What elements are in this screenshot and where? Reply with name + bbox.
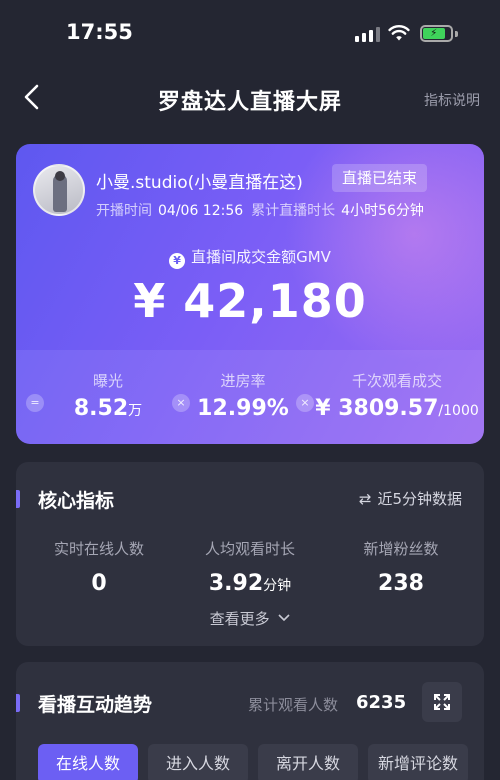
yen-coin-icon: ¥ xyxy=(169,253,186,269)
entry-rate-metric: 进房率 12.99% xyxy=(190,350,296,444)
tab-entering-users[interactable]: 进入人数 xyxy=(148,744,248,780)
tab-new-comments[interactable]: 新增评论数 xyxy=(368,744,468,780)
live-meta: 开播时间 04/06 12:56 累计直播时长 4小时56分钟 xyxy=(96,200,432,220)
gpm-metric: 千次观看成交 ¥ 3809.57/1000 xyxy=(314,350,480,444)
section-accent-bar xyxy=(16,490,20,508)
total-viewers-label: 累计观看人数 xyxy=(248,696,339,714)
swap-icon: ⇄ xyxy=(358,490,372,508)
new-fans-metric: 新增粉丝数 238 xyxy=(323,538,479,596)
expand-icon xyxy=(434,694,450,710)
duration-label: 累计直播时长 xyxy=(251,203,336,219)
trend-title: 看播互动趋势 xyxy=(38,694,153,716)
trend-tabs: 在线人数 进入人数 离开人数 新增评论数 xyxy=(38,744,468,780)
gmv-value: ¥ 42,180 xyxy=(133,274,367,328)
section-accent-bar xyxy=(16,694,20,712)
start-time-value: 04/06 12:56 xyxy=(158,203,244,219)
core-metrics-title: 核心指标 xyxy=(38,490,115,512)
tab-leaving-users[interactable]: 离开人数 xyxy=(258,744,358,780)
battery-tip xyxy=(455,31,458,37)
online-users-metric: 实时在线人数 0 xyxy=(21,538,177,596)
duration-value: 4小时56分钟 xyxy=(341,203,424,219)
online-users-label: 实时在线人数 xyxy=(53,540,144,558)
exposure-value: 8.52万 xyxy=(73,396,143,421)
battery-icon: ⚡ xyxy=(420,25,453,42)
avatar[interactable] xyxy=(33,164,85,216)
tab-online-users[interactable]: 在线人数 xyxy=(38,744,138,780)
status-time: 17:55 xyxy=(66,20,133,44)
live-status-badge: 直播已结束 xyxy=(332,164,428,192)
equals-icon: = xyxy=(26,394,44,412)
multiply-icon: × xyxy=(296,394,314,412)
total-viewers-value: 6235 xyxy=(356,692,407,713)
core-metrics-card: 核心指标 ⇄ 近5分钟数据 实时在线人数 0 人均观看时长 3.92分钟 新增粉丝… xyxy=(16,462,484,646)
metrics-help-link[interactable]: 指标说明 xyxy=(424,90,480,110)
gmv-breakdown: = 曝光 8.52万 × 进房率 12.99% × 千次观看成交 ¥ 3809.… xyxy=(16,350,484,444)
gmv-card: 小曼.studio(小曼直播在这) 直播已结束 开播时间 04/06 12:56 累… xyxy=(16,144,484,444)
exposure-label: 曝光 xyxy=(92,372,123,390)
gpm-value: ¥ 3809.57/1000 xyxy=(315,396,479,421)
new-fans-label: 新增粉丝数 xyxy=(363,540,439,558)
gpm-label: 千次观看成交 xyxy=(351,372,442,390)
avatar-head xyxy=(55,171,65,181)
start-time-label: 开播时间 xyxy=(96,203,152,219)
avg-watch-time-metric: 人均观看时长 3.92分钟 xyxy=(172,538,328,596)
cellular-signal-icon xyxy=(355,27,380,42)
refresh-range-toggle[interactable]: ⇄ 近5分钟数据 xyxy=(359,488,462,509)
entry-rate-label: 进房率 xyxy=(220,372,266,390)
exposure-metric: 曝光 8.52万 xyxy=(44,350,172,444)
view-more-label: 查看更多 xyxy=(209,610,270,628)
interaction-trend-card: 看播互动趋势 累计观看人数 6235 在线人数 进入人数 离开人数 新增评论数 xyxy=(16,662,484,780)
avg-watch-time-value: 3.92分钟 xyxy=(208,571,292,596)
status-bar: 17:55 ⚡ xyxy=(0,0,500,64)
fullscreen-button[interactable] xyxy=(422,682,462,722)
gmv-label-row: ¥ 直播间成交金额GMV xyxy=(16,246,484,269)
view-more-button[interactable]: 查看更多 xyxy=(16,608,484,629)
entry-rate-value: 12.99% xyxy=(197,396,289,421)
gmv-label: 直播间成交金额GMV xyxy=(191,248,331,266)
wifi-icon xyxy=(388,25,410,41)
chevron-down-icon xyxy=(278,614,290,622)
multiply-icon: × xyxy=(172,394,190,412)
new-fans-value: 238 xyxy=(378,571,424,596)
nav-bar: 罗盘达人直播大屏 指标说明 xyxy=(0,70,500,126)
avg-watch-time-label: 人均观看时长 xyxy=(204,540,295,558)
refresh-range-label: 近5分钟数据 xyxy=(377,490,462,508)
anchor-name: 小曼.studio(小曼直播在这) xyxy=(96,173,303,193)
online-users-value: 0 xyxy=(91,571,107,596)
